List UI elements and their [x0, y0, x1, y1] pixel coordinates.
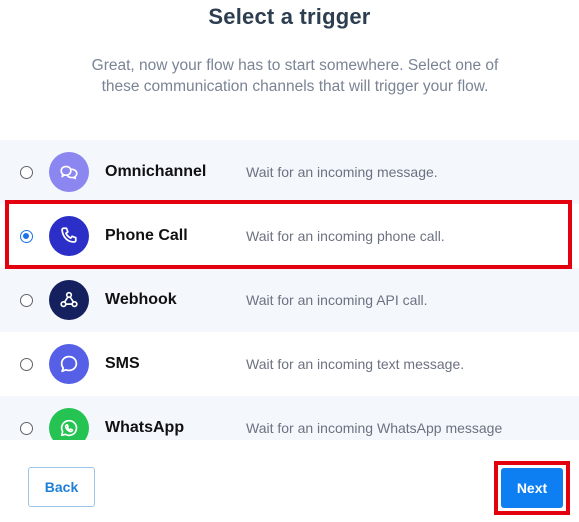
- trigger-description: Wait for an incoming text message.: [246, 356, 465, 372]
- page-title: Select a trigger: [208, 4, 371, 29]
- radio-omnichannel[interactable]: [20, 165, 33, 179]
- radio-whatsapp[interactable]: [20, 421, 33, 435]
- trigger-list: Omnichannel Wait for an incoming message…: [0, 140, 579, 440]
- trigger-option-whatsapp[interactable]: WhatsApp Wait for an incoming WhatsApp m…: [0, 396, 579, 440]
- next-button[interactable]: Next: [501, 468, 563, 508]
- trigger-description: Wait for an incoming message.: [246, 164, 438, 180]
- trigger-description: Wait for an incoming API call.: [246, 292, 428, 308]
- next-button-highlight: Next: [494, 461, 570, 515]
- trigger-description: Wait for an incoming WhatsApp message: [246, 420, 503, 436]
- webhook-icon: [49, 280, 89, 320]
- page-subtitle: Great, now your flow has to start somewh…: [91, 57, 499, 95]
- trigger-name: SMS: [105, 355, 140, 372]
- trigger-name: Omnichannel: [105, 163, 207, 180]
- trigger-option-omnichannel[interactable]: Omnichannel Wait for an incoming message…: [0, 140, 579, 204]
- trigger-name: Phone Call: [105, 227, 188, 244]
- chat-bubbles-icon: [49, 152, 89, 192]
- radio-sms[interactable]: [20, 357, 33, 371]
- whatsapp-icon: [49, 408, 89, 440]
- trigger-name: WhatsApp: [105, 419, 185, 436]
- trigger-name: Webhook: [105, 291, 177, 308]
- back-button[interactable]: Back: [28, 467, 95, 507]
- message-bubble-icon: [49, 344, 89, 384]
- trigger-option-phone-call[interactable]: Phone Call Wait for an incoming phone ca…: [0, 204, 579, 268]
- trigger-option-webhook[interactable]: Webhook Wait for an incoming API call.: [0, 268, 579, 332]
- radio-phone-call[interactable]: [20, 229, 33, 243]
- trigger-option-sms[interactable]: SMS Wait for an incoming text message.: [0, 332, 579, 396]
- radio-webhook[interactable]: [20, 293, 33, 307]
- trigger-description: Wait for an incoming phone call.: [246, 228, 445, 244]
- phone-icon: [49, 216, 89, 256]
